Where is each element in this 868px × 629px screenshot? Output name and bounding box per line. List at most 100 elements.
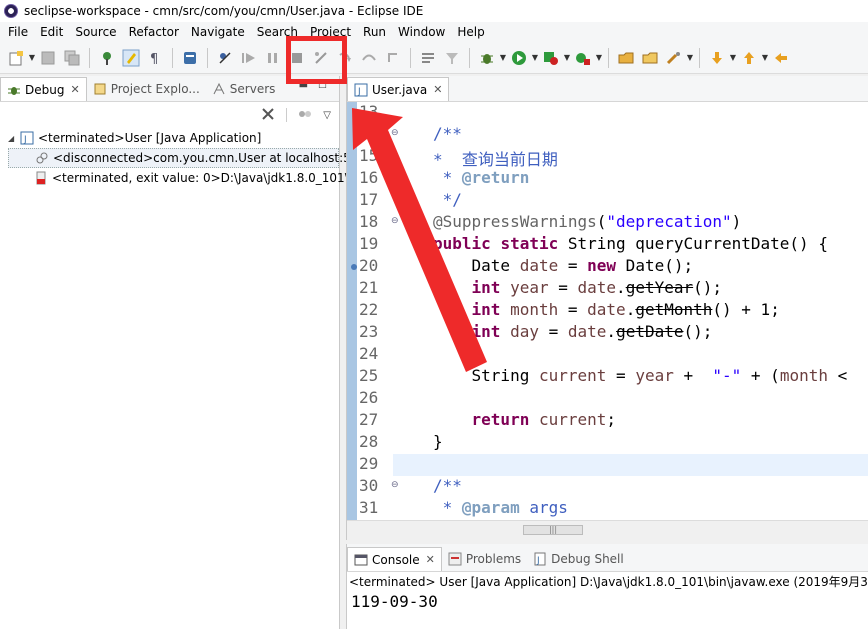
console-icon [354, 554, 368, 565]
save-icon[interactable] [38, 48, 58, 68]
tree-item-vm[interactable]: <disconnected>com.you.cmn.User at localh… [8, 148, 351, 168]
menu-run[interactable]: Run [357, 22, 392, 42]
code-line: /** [433, 124, 462, 143]
back-icon[interactable] [771, 48, 791, 68]
code-line: * @return [433, 168, 530, 187]
chevron-down-icon[interactable]: ▼ [499, 48, 507, 68]
scrollbar-thumb[interactable]: ||| [523, 525, 583, 535]
next-annotation-icon[interactable] [707, 48, 727, 68]
resume-icon[interactable] [239, 48, 259, 68]
menu-edit[interactable]: Edit [34, 22, 69, 42]
tab-servers[interactable]: Servers [206, 77, 282, 101]
run-icon[interactable] [509, 48, 529, 68]
menu-file[interactable]: File [2, 22, 34, 42]
toolbar-separator [207, 47, 208, 68]
breakpoint-marker[interactable] [351, 264, 357, 270]
fold-toggle-icon[interactable]: ⊖ [391, 480, 399, 490]
code-line: return current; [471, 410, 617, 429]
console-status: <terminated> User [Java Application] D:\… [349, 575, 868, 589]
line-number: 24 [359, 344, 379, 363]
line-number: 31 [359, 498, 379, 517]
use-step-filters-icon[interactable] [442, 48, 462, 68]
toolbar-separator [172, 47, 173, 68]
tree-item-label: <terminated, exit value: 0>D:\Java\jdk1.… [52, 171, 349, 185]
chevron-down-icon[interactable]: ▼ [595, 48, 603, 68]
tree-item-label: <terminated>User [Java Application] [38, 131, 262, 145]
chevron-down-icon[interactable]: ▼ [686, 48, 694, 68]
external-tools-icon[interactable] [573, 48, 593, 68]
tab-label: Project Explo... [110, 82, 200, 96]
new-icon[interactable] [6, 48, 26, 68]
tab-project-explorer[interactable]: Project Explo... [87, 77, 206, 101]
toolbar-separator [89, 47, 90, 68]
drop-to-frame-icon[interactable] [418, 48, 438, 68]
debug-icon[interactable] [477, 48, 497, 68]
svg-text:J: J [23, 135, 27, 145]
close-icon[interactable]: ✕ [426, 553, 435, 566]
code-line: Date date = new Date(); [433, 256, 694, 275]
chevron-down-icon[interactable]: ▼ [761, 48, 769, 68]
chevron-down-icon[interactable]: ▼ [531, 48, 539, 68]
vm-icon [36, 152, 48, 164]
line-number: 23 [359, 322, 379, 341]
menu-window[interactable]: Window [392, 22, 451, 42]
console-view: Console ✕ Problems J Debug Shell <termin… [346, 544, 868, 629]
pin-icon[interactable] [97, 48, 117, 68]
chevron-down-icon[interactable]: ▼ [28, 48, 36, 68]
suspend-icon[interactable] [263, 48, 283, 68]
threads-icon[interactable] [297, 106, 313, 125]
collapse-icon[interactable]: ◢ [8, 134, 20, 143]
open-type-icon[interactable] [616, 48, 636, 68]
coverage-icon[interactable] [541, 48, 561, 68]
tab-debug-shell[interactable]: J Debug Shell [527, 547, 630, 571]
fold-toggle-icon[interactable]: ⊖ [391, 216, 399, 226]
tree-item-process[interactable]: <terminated, exit value: 0>D:\Java\jdk1.… [8, 168, 349, 188]
highlight-icon[interactable] [121, 48, 141, 68]
menu-help[interactable]: Help [451, 22, 490, 42]
code-line: */ [433, 190, 462, 209]
console-output[interactable]: 119-09-30 [347, 592, 868, 611]
fold-toggle-icon[interactable]: ⊖ [391, 128, 399, 138]
code-editor[interactable]: 13 14 ⊖ 15 16 17 18 ⊖ 19 20 21 22 23 24 25 26 27 28 29 30 ⊖ 3… [347, 102, 868, 520]
tab-debug[interactable]: Debug ✕ [0, 77, 87, 101]
toolbar-separator [699, 47, 700, 68]
open-folder-icon[interactable] [640, 48, 660, 68]
project-explorer-icon [94, 83, 106, 95]
paragraph-icon[interactable]: ¶ [145, 48, 165, 68]
line-number: 19 [359, 234, 379, 253]
title-bar: seclipse-workspace - cmn/src/com/you/cmn… [0, 0, 868, 22]
debug-bug-icon [8, 86, 20, 95]
line-number: 21 [359, 278, 379, 297]
step-over-icon[interactable] [359, 48, 379, 68]
line-number: 27 [359, 410, 379, 429]
toolbar-separator [286, 108, 288, 122]
menu-source[interactable]: Source [69, 22, 122, 42]
chevron-down-icon[interactable]: ▼ [729, 48, 737, 68]
chevron-down-icon[interactable]: ▼ [563, 48, 571, 68]
line-number: 14 [359, 124, 379, 143]
tab-user-java[interactable]: J User.java ✕ [347, 77, 450, 101]
tab-label: Servers [229, 82, 276, 96]
code-line: @SuppressWarnings("deprecation") [433, 212, 742, 231]
horizontal-scrollbar[interactable]: ||| [347, 520, 868, 540]
step-return-icon[interactable] [383, 48, 403, 68]
line-number: 13 [359, 102, 379, 121]
menu-navigate[interactable]: Navigate [185, 22, 251, 42]
tree-item-launch[interactable]: ◢ J <terminated>User [Java Application] [8, 128, 339, 148]
remove-terminated-icon[interactable] [260, 106, 276, 125]
debug-shell-icon: J [534, 552, 546, 566]
editor-tabs: J User.java ✕ [347, 76, 868, 102]
tab-console[interactable]: Console ✕ [347, 547, 442, 571]
close-icon[interactable]: ✕ [70, 83, 79, 96]
line-number-gutter: 13 14 ⊖ 15 16 17 18 ⊖ 19 20 21 22 23 24 25 26 27 28 29 30 ⊖ 3… [351, 102, 399, 520]
menu-refactor[interactable]: Refactor [123, 22, 185, 42]
prev-annotation-icon[interactable] [739, 48, 759, 68]
save-all-icon[interactable] [62, 48, 82, 68]
close-icon[interactable]: ✕ [433, 83, 442, 96]
tab-problems[interactable]: Problems [442, 547, 527, 571]
search-icon[interactable] [664, 48, 684, 68]
skip-breakpoints-icon[interactable] [215, 48, 235, 68]
task-icon[interactable] [180, 48, 200, 68]
view-menu-icon[interactable]: ▽ [323, 110, 331, 121]
process-icon [36, 171, 46, 185]
